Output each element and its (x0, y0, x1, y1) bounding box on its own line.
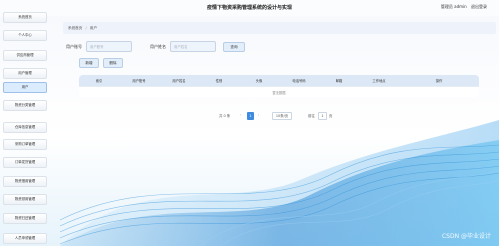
account-label: 用户账号 (66, 44, 82, 49)
column-header-gender[interactable]: 性别 (199, 78, 239, 83)
page-number[interactable]: 1 (247, 112, 254, 120)
sidebar-item-order-shipping[interactable]: 订单发货管理 (3, 157, 47, 168)
watermark: CSDN @毕业设计 (441, 233, 491, 240)
column-header-email[interactable]: 邮箱 (319, 78, 359, 83)
action-bar: 新增 删除 (79, 58, 279, 68)
delete-button[interactable]: 删除 (103, 58, 123, 68)
column-header-phone[interactable]: 电话号码 (279, 78, 319, 83)
breadcrumb: 系统首页 / 用户 (68, 26, 97, 31)
table-empty-row: 暂无数据 (79, 86, 479, 97)
column-header-actions: 操作 (435, 79, 443, 83)
sidebar-item-material-return[interactable]: 物资归还管理 (3, 213, 47, 224)
sidebar-item-purchase-order[interactable]: 采购订单管理 (3, 139, 47, 150)
goto-label: 前往 (308, 114, 315, 118)
background-waves (59, 120, 499, 246)
pagination: 共 0 条 ‹ 1 › 10条/页 前往 1 页 (219, 112, 339, 122)
column-header-name[interactable]: 用户姓名 (159, 78, 199, 83)
logout-link[interactable]: 退出登录 (471, 4, 487, 9)
sidebar-item-user-management[interactable]: 用户管理 (3, 68, 47, 79)
prev-page-icon[interactable]: ‹ (240, 113, 241, 117)
page-size-select[interactable]: 10条/页 (272, 112, 292, 120)
account-input[interactable] (86, 41, 132, 52)
user-table: 索引 用户账号 用户姓名 性别 头像 电话号码 邮箱 工作地点 操作 暂无数据 (79, 75, 479, 97)
user-role: 管理员 admin (440, 4, 467, 9)
column-header-account[interactable]: 用户账号 (119, 78, 159, 83)
app-title: 疫情下物资采购管理系统的设计与实现 (206, 5, 292, 11)
breadcrumb-separator: / (85, 26, 87, 30)
name-label: 用户姓名 (150, 44, 166, 49)
sidebar-item-personnel-claim[interactable]: 人员申领管理 (3, 233, 47, 244)
sidebar-item-home[interactable]: 系统首页 (3, 12, 47, 23)
add-button[interactable]: 新增 (79, 58, 99, 68)
search-form: 用户账号 用户姓名 查询 (66, 40, 486, 52)
page-suffix: 页 (329, 114, 333, 118)
column-header-workplace[interactable]: 工作地点 (359, 78, 399, 83)
sidebar-item-supplier[interactable]: 供应商管理 (3, 50, 47, 61)
user-area: 管理员 admin 退出登录 (438, 4, 487, 10)
name-input[interactable] (170, 41, 216, 52)
sidebar-item-material-borrow[interactable]: 物资借用管理 (3, 176, 47, 187)
search-button[interactable]: 查询 (223, 42, 245, 52)
breadcrumb-current: 用户 (89, 26, 98, 30)
sidebar-item-material-receive[interactable]: 物资领用管理 (3, 194, 47, 205)
empty-text: 暂无数据 (272, 90, 286, 95)
next-page-icon[interactable]: › (258, 113, 259, 117)
sidebar-item-personal-center[interactable]: 个人中心 (3, 30, 47, 41)
goto-input[interactable]: 1 (318, 112, 327, 120)
sidebar: 系统首页 个人中心 供应商管理 用户管理 用户 物资分类管理 仓库信息管理 采购… (0, 0, 52, 246)
breadcrumb-bar: 系统首页 / 用户 (63, 22, 496, 34)
total-count: 共 0 条 (219, 114, 231, 118)
breadcrumb-home[interactable]: 系统首页 (68, 26, 82, 30)
sidebar-item-material-category[interactable]: 物资分类管理 (3, 100, 47, 111)
top-header: 疫情下物资采购管理系统的设计与实现 管理员 admin 退出登录 (0, 0, 499, 16)
table-header: 索引 用户账号 用户姓名 性别 头像 电话号码 邮箱 工作地点 操作 (79, 75, 479, 86)
column-header-avatar[interactable]: 头像 (239, 78, 279, 83)
column-header-index[interactable]: 索引 (79, 78, 119, 83)
sidebar-subitem-user[interactable]: 用户 (3, 82, 47, 93)
sidebar-item-warehouse[interactable]: 仓库信息管理 (3, 122, 47, 133)
